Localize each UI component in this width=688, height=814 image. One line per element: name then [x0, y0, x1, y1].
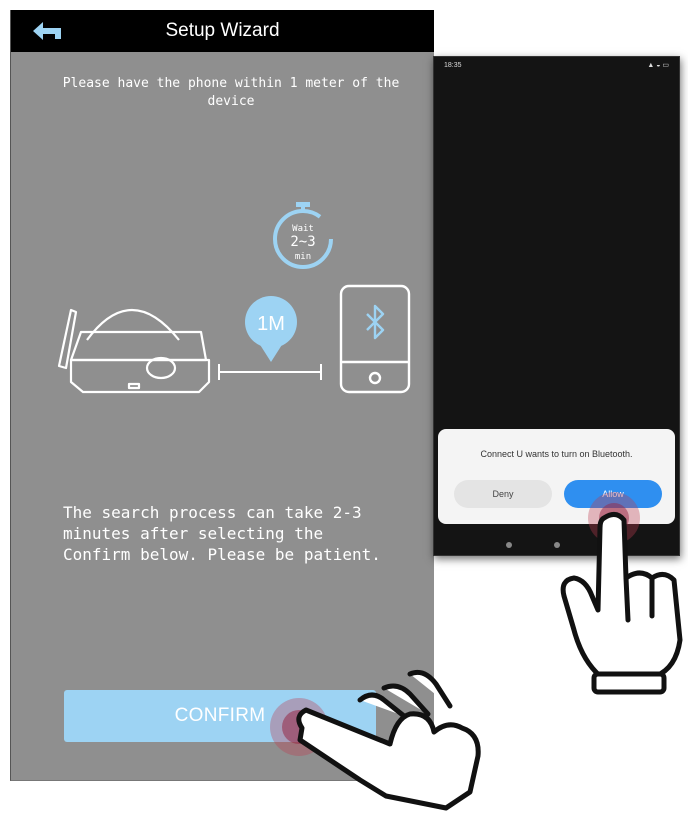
setup-wizard-screen: Setup Wizard Please have the phone withi… [10, 10, 434, 781]
signal-battery-icon: ▲ ◒ ▭ [647, 62, 669, 69]
dialog-message: Connect U wants to turn on Bluetooth. [480, 449, 633, 459]
status-time: 18:35 [444, 62, 462, 69]
deny-button[interactable]: Deny [454, 480, 552, 508]
nav-back-icon[interactable] [506, 542, 512, 548]
bluetooth-permission-dialog: Connect U wants to turn on Bluetooth. De… [438, 429, 675, 524]
distance-label: 1M [257, 313, 285, 335]
tap-indicator-right-inner [599, 503, 629, 533]
tap-indicator-inner [282, 710, 316, 744]
illustration: Wait 2~3 min 1M [57, 202, 411, 394]
search-info-text: The search process can take 2-3 minutes … [63, 503, 381, 564]
bluetooth-icon [366, 304, 385, 340]
nav-home-icon[interactable] [554, 542, 560, 548]
wait-unit: min [295, 252, 311, 262]
status-bar: 18:35 ▲ ◒ ▭ [434, 57, 679, 75]
wait-duration: 2~3 [290, 234, 315, 250]
location-pin-icon [218, 296, 322, 380]
router-device-icon [57, 308, 211, 394]
nav-bar [434, 535, 679, 555]
wait-label: Wait [292, 224, 314, 234]
phone-screen: 18:35 ▲ ◒ ▭ Connect U wants to turn on B… [433, 56, 680, 556]
confirm-button[interactable]: CONFIRM [64, 690, 376, 742]
